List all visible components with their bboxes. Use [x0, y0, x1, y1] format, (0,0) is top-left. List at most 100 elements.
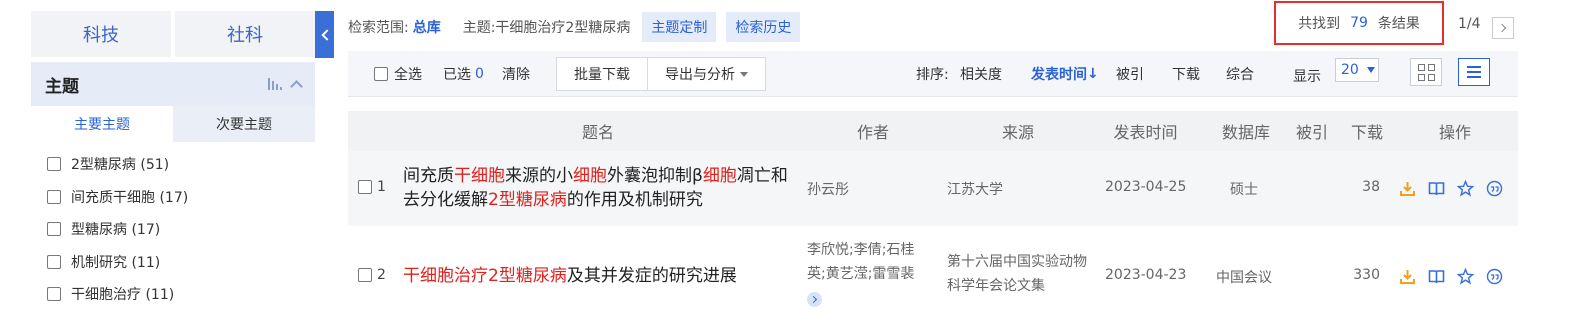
search-results-page: 科技 社科 主题 主要主题 次要主题 2型糖尿病 (51) 间充质干细胞 (17…	[0, 0, 1581, 314]
title-keyword: 细胞	[573, 166, 607, 186]
row-index: 2	[358, 267, 386, 283]
row-index: 1	[358, 179, 386, 195]
result-suffix: 条结果	[1377, 16, 1420, 32]
grid-view-button[interactable]	[1410, 58, 1442, 86]
sort-cited[interactable]: 被引	[1116, 51, 1144, 97]
download-icon[interactable]	[1398, 267, 1417, 286]
checkbox[interactable]	[47, 157, 61, 172]
read-book-icon[interactable]	[1427, 179, 1446, 198]
select-all[interactable]: 全选	[374, 51, 422, 97]
page-size-value: 20	[1341, 62, 1359, 78]
row-number: 1	[377, 179, 386, 195]
row-downloads: 38	[1362, 179, 1380, 195]
checkbox[interactable]	[47, 222, 61, 237]
search-history-button[interactable]: 检索历史	[726, 12, 801, 42]
quote-icon[interactable]	[1485, 267, 1504, 286]
facet-header: 主题	[31, 62, 315, 106]
triangle-down-icon	[1366, 67, 1375, 73]
collapse-panel-button[interactable]	[315, 11, 334, 58]
bar-chart-icon[interactable]	[268, 78, 282, 90]
facet-item-label: 型糖尿病 (17)	[71, 222, 161, 239]
header-database: 数据库	[1221, 123, 1270, 142]
tab-social-science[interactable]: 社科	[175, 11, 315, 57]
sort-desc-arrow-icon: ↓	[1087, 66, 1099, 82]
row-source[interactable]: 第十六届中国实验动物科学年会论文集	[947, 250, 1087, 298]
facet-item[interactable]: 2型糖尿病 (51)	[47, 148, 315, 181]
tab-primary-topic[interactable]: 主要主题	[31, 106, 173, 142]
sort-label: 排序:	[916, 67, 949, 83]
facet-item[interactable]: 干细胞治疗 (11)	[47, 278, 315, 311]
clear-button[interactable]: 清除	[502, 51, 530, 97]
sort-comprehensive[interactable]: 综合	[1226, 51, 1254, 97]
facet-item[interactable]: 间充质干细胞 (17)	[47, 181, 315, 214]
title-part: 外囊泡抑制β	[607, 166, 703, 186]
row-author-names: 李欣悦;李倩;石桂英;黄艺滢;雷雪裴	[807, 242, 915, 282]
select-all-checkbox[interactable]	[374, 67, 388, 81]
row-checkbox[interactable]	[358, 268, 372, 282]
page-size-select[interactable]: 20	[1335, 58, 1379, 82]
row-author[interactable]: 孙云彤	[807, 179, 849, 199]
row-database: 中国会议	[1216, 270, 1272, 286]
row-author[interactable]: 李欣悦;李倩;石桂英;黄艺滢;雷雪裴	[807, 238, 927, 310]
selected-indicator: 已选 0	[443, 51, 484, 97]
row-source[interactable]: 江苏大学	[947, 179, 1003, 199]
download-icon[interactable]	[1398, 179, 1417, 198]
title-keyword: 细胞	[702, 166, 737, 186]
facet-sub-tabs: 主要主题 次要主题	[31, 106, 315, 142]
selected-label: 已选	[443, 67, 471, 83]
sort-publish-time[interactable]: 发表时间 ↓	[1031, 51, 1099, 97]
checkbox[interactable]	[47, 287, 61, 302]
chevron-up-icon[interactable]	[290, 80, 303, 93]
search-topic: 主题:干细胞治疗2型糖尿病	[462, 20, 631, 36]
table-row: 2 干细胞治疗2型糖尿病及其并发症的研究进展 李欣悦;李倩;石桂英;黄艺滢;雷雪…	[348, 226, 1518, 314]
row-actions	[1398, 267, 1504, 286]
header-source: 来源	[1001, 123, 1034, 142]
facet-item-label: 机制研究 (11)	[71, 254, 161, 271]
checkbox[interactable]	[47, 254, 61, 269]
table-row: 1 间充质干细胞来源的小细胞外囊泡抑制β细胞凋亡和去分化缓解2型糖尿病的作用及机…	[348, 151, 1518, 226]
row-title-link[interactable]: 干细胞治疗2型糖尿病及其并发症的研究进展	[403, 264, 803, 288]
select-all-label: 全选	[394, 67, 422, 83]
export-analyze-dropdown[interactable]: 导出与分析	[647, 57, 766, 91]
row-actions	[1398, 179, 1504, 198]
result-prefix: 共找到	[1298, 16, 1341, 32]
sort-publish-time-label: 发表时间	[1031, 67, 1087, 83]
quote-icon[interactable]	[1485, 179, 1504, 198]
read-book-icon[interactable]	[1427, 267, 1446, 286]
caret-down-icon	[740, 71, 748, 77]
row-number: 2	[377, 267, 386, 283]
favorite-star-icon[interactable]	[1456, 179, 1475, 198]
header-actions: 操作	[1438, 123, 1471, 142]
row-checkbox[interactable]	[358, 180, 372, 194]
header-title: 题名	[581, 123, 614, 142]
row-title-link[interactable]: 间充质干细胞来源的小细胞外囊泡抑制β细胞凋亡和去分化缓解2型糖尿病的作用及机制研…	[403, 164, 803, 212]
scope-value[interactable]: 总库	[413, 17, 441, 37]
facet-item-label: 间充质干细胞 (17)	[71, 189, 189, 206]
scope-label: 检索范围:	[348, 20, 409, 36]
facet-item[interactable]: 型糖尿病 (17)	[47, 213, 315, 246]
header-downloads: 下载	[1350, 123, 1383, 142]
list-view-button[interactable]	[1458, 58, 1490, 86]
header-cited: 被引	[1295, 123, 1328, 142]
expand-authors-icon[interactable]	[807, 292, 822, 307]
facet-item[interactable]: 机制研究 (11)	[47, 246, 315, 279]
batch-download-button[interactable]: 批量下载	[556, 57, 648, 91]
row-database: 硕士	[1230, 182, 1258, 198]
tab-science-tech[interactable]: 科技	[31, 11, 171, 57]
sort-relevance[interactable]: 相关度	[960, 51, 1002, 97]
checkbox[interactable]	[47, 189, 61, 204]
tab-secondary-topic[interactable]: 次要主题	[173, 106, 315, 142]
result-count: 79	[1350, 15, 1368, 31]
category-tabs: 科技 社科	[31, 11, 315, 57]
chevron-left-icon	[320, 28, 333, 41]
title-keyword: 干细胞	[454, 166, 505, 186]
sort-downloads[interactable]: 下载	[1172, 51, 1200, 97]
export-analyze-label: 导出与分析	[665, 67, 735, 83]
favorite-star-icon[interactable]	[1456, 267, 1475, 286]
custom-topic-button[interactable]: 主题定制	[642, 12, 717, 42]
page-indicator: 1/4	[1458, 16, 1481, 32]
next-page-button[interactable]	[1492, 17, 1514, 39]
title-part: 的作用及机制研究	[566, 190, 703, 210]
results-toolbar: 全选 已选 0 清除 批量下载 导出与分析 排序: 相关度 发表时间 ↓ 被引 下…	[348, 51, 1518, 97]
filter-panel: 科技 社科 主题 主要主题 次要主题 2型糖尿病 (51) 间充质干细胞 (17…	[31, 11, 315, 314]
